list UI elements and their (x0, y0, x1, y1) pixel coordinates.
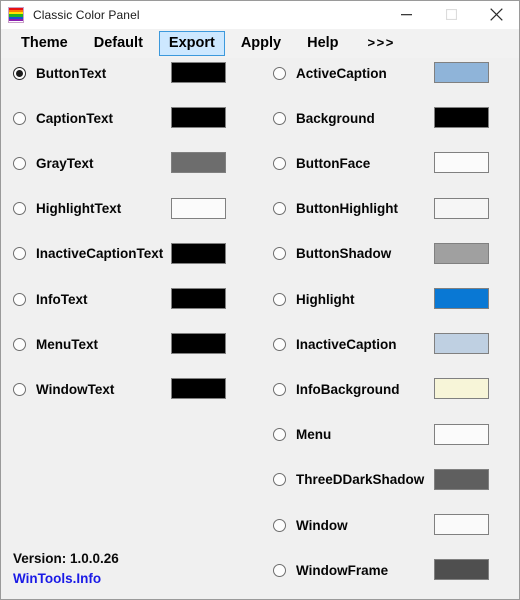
color-swatch-activecaption[interactable] (434, 62, 489, 83)
radio-threeddarkshadow[interactable] (273, 473, 286, 487)
radio-windowframe[interactable] (273, 563, 286, 577)
color-name-label: WindowText (36, 381, 115, 397)
color-swatch-infotext[interactable] (171, 288, 226, 309)
color-swatch-captiontext[interactable] (171, 107, 226, 129)
version-label: Version: 1.0.0.26 (13, 551, 119, 566)
menu-bar: Theme Default Export Apply Help >>> (1, 29, 519, 58)
menu-item-apply[interactable]: Apply (231, 31, 291, 56)
color-swatch-highlight[interactable] (434, 288, 489, 309)
maximize-button[interactable] (429, 1, 474, 28)
radio-inactivecaption[interactable] (273, 337, 286, 351)
title-bar: Classic Color Panel (1, 1, 519, 29)
color-name-label: InactiveCaption (296, 336, 397, 352)
app-window: Classic Color Panel Theme Default Export Ap… (0, 0, 520, 600)
color-name-label: ButtonHighlight (296, 201, 398, 217)
color-name-label: InfoText (36, 291, 88, 307)
color-name-label: Menu (296, 427, 332, 443)
color-swatch-buttontext[interactable] (171, 62, 226, 83)
color-name-label: InactiveCaptionText (36, 246, 164, 262)
wintools-link[interactable]: WinTools.Info (13, 571, 101, 586)
radio-buttontext[interactable] (13, 66, 26, 80)
color-name-label: ButtonShadow (296, 246, 392, 262)
minimize-icon (401, 14, 412, 16)
color-name-label: InfoBackground (296, 381, 400, 397)
radio-window[interactable] (273, 518, 286, 532)
radio-menu[interactable] (273, 428, 286, 442)
color-name-label: HighlightText (36, 201, 122, 217)
radio-highlighttext[interactable] (13, 202, 26, 216)
color-name-label: GrayText (36, 155, 94, 171)
color-swatch-menutext[interactable] (171, 333, 226, 355)
icon-stripe (9, 19, 23, 22)
color-swatch-window[interactable] (434, 514, 489, 535)
close-icon (490, 8, 503, 21)
color-swatch-buttonhighlight[interactable] (434, 197, 489, 219)
color-swatch-windowtext[interactable] (171, 378, 226, 400)
close-button[interactable] (474, 1, 519, 28)
color-name-label: Highlight (296, 291, 355, 307)
radio-inactivecaptiontext[interactable] (13, 247, 26, 261)
radio-buttonface[interactable] (273, 156, 286, 170)
radio-infobackground[interactable] (273, 382, 286, 396)
menu-item-help[interactable]: Help (297, 31, 348, 56)
color-name-label: ActiveCaption (296, 65, 387, 81)
radio-background[interactable] (273, 111, 286, 125)
color-swatch-windowframe[interactable] (434, 559, 489, 581)
radio-activecaption[interactable] (273, 66, 286, 80)
radio-menutext[interactable] (13, 337, 26, 351)
color-swatch-menu[interactable] (434, 423, 489, 445)
menu-item-default[interactable]: Default (84, 31, 153, 56)
color-name-label: WindowFrame (296, 562, 389, 578)
color-swatch-inactivecaptiontext[interactable] (171, 242, 226, 264)
radio-buttonshadow[interactable] (273, 247, 286, 261)
color-swatch-threeddarkshadow[interactable] (434, 468, 489, 490)
color-name-label: CaptionText (36, 110, 113, 126)
maximize-icon (446, 9, 457, 20)
color-name-label: ButtonText (36, 65, 107, 81)
color-swatch-buttonface[interactable] (434, 152, 489, 174)
menu-item-export[interactable]: Export (158, 31, 225, 56)
menu-item-[interactable]: >>> (355, 31, 405, 56)
color-swatch-infobackground[interactable] (434, 378, 489, 400)
radio-captiontext[interactable] (13, 111, 26, 125)
footer: Version: 1.0.0.26 WinTools.Info (13, 549, 119, 589)
color-swatch-graytext[interactable] (171, 152, 226, 174)
window-controls (384, 1, 519, 28)
radio-buttonhighlight[interactable] (273, 202, 286, 216)
radio-windowtext[interactable] (13, 382, 26, 396)
radio-highlight[interactable] (273, 292, 286, 306)
radio-infotext[interactable] (13, 292, 26, 306)
rainbow-palette-icon (8, 6, 24, 23)
radio-graytext[interactable] (13, 156, 26, 170)
minimize-button[interactable] (384, 1, 429, 28)
color-swatch-background[interactable] (434, 107, 489, 129)
color-name-label: ButtonFace (296, 155, 371, 171)
color-name-label: ThreeDDarkShadow (296, 472, 425, 488)
color-swatch-highlighttext[interactable] (171, 197, 226, 219)
color-name-label: Window (296, 517, 348, 533)
color-list-area: ButtonText CaptionText GrayText HighlightTe… (1, 58, 519, 599)
menu-item-theme[interactable]: Theme (11, 31, 78, 56)
color-swatch-buttonshadow[interactable] (434, 242, 489, 264)
color-name-label: Background (296, 110, 375, 126)
window-title: Classic Color Panel (33, 7, 140, 22)
color-swatch-inactivecaption[interactable] (434, 333, 489, 355)
color-name-label: MenuText (36, 336, 99, 352)
